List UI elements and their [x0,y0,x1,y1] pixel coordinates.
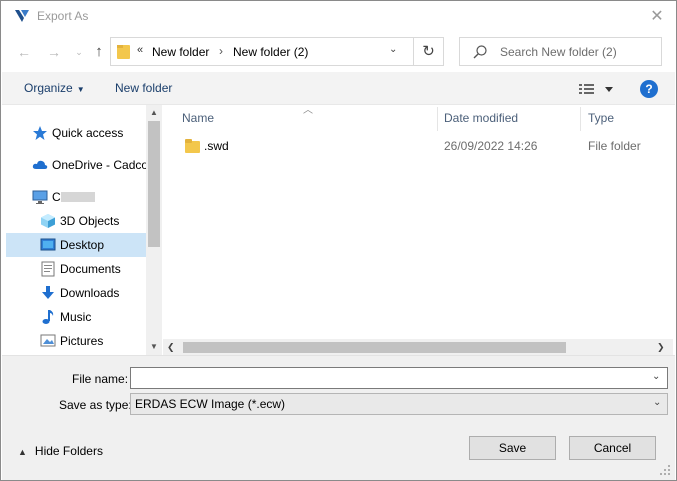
column-divider[interactable] [437,107,438,131]
hide-folders-button[interactable]: ▲ Hide Folders [18,444,103,458]
nav-label: Pictures [60,334,104,348]
date-modified-cell: 26/09/2022 14:26 [444,139,538,153]
file-list-horizontal-scrollbar[interactable]: ❮ ❯ [163,339,673,355]
file-name-cell: .swd [204,139,229,153]
search-placeholder: Search New folder (2) [500,45,617,59]
column-header-type[interactable]: Type [588,111,614,125]
nav-label: Music [60,310,92,324]
nav-item-quick-access[interactable]: Quick access [6,121,146,145]
folder-icon [117,45,130,59]
table-row[interactable]: .swd 26/09/2022 14:26 File folder [179,135,669,157]
resize-grip-icon[interactable] [658,463,672,477]
forward-button[interactable]: → [43,41,65,63]
title-bar: Export As ✕ [1,1,676,33]
save-button[interactable]: Save [469,436,556,460]
nav-label: Downloads [60,286,120,300]
app-logo-icon [15,10,29,22]
file-name-label: File name: [72,372,129,386]
nav-label: Documents [60,262,121,276]
redacted-text [61,192,95,202]
help-button[interactable]: ? [640,80,658,98]
sort-ascending-icon: ︿ [303,105,313,116]
search-input[interactable]: Search New folder (2) [459,37,662,66]
nav-item-this-pc[interactable]: C [6,185,146,209]
address-bar[interactable]: « New folder › New folder (2) ⌄ [110,37,414,66]
folder-icon [185,139,200,153]
save-as-type-value: ERDAS ECW Image (*.ecw) [135,397,286,411]
save-as-type-label: Save as type: [59,398,132,412]
chevron-down-icon[interactable]: ⌄ [652,371,660,382]
refresh-button[interactable]: ↻ [414,37,444,66]
nav-label: C [52,190,61,204]
cloud-icon [32,160,48,169]
navigation-pane: Quick access OneDrive - Cadco C 3D Objec… [2,105,162,355]
search-icon [473,45,487,59]
scrollbar-thumb[interactable] [148,121,160,247]
nav-item-desktop[interactable]: Desktop [6,233,146,257]
scroll-up-icon[interactable]: ▲ [146,105,162,121]
save-as-type-select[interactable]: ERDAS ECW Image (*.ecw) ⌄ [130,393,668,415]
breadcrumb-new-folder-2[interactable]: New folder (2) [233,45,308,59]
chevron-down-icon: ▼ [76,85,85,94]
save-panel: File name: ⌄ Save as type: ERDAS ECW Ima… [2,355,675,480]
nav-pane-scrollbar[interactable]: ▲ ▼ [146,105,162,355]
desktop-icon [40,238,56,251]
nav-item-3d-objects[interactable]: 3D Objects [6,209,146,233]
organize-label: Organize [24,81,73,95]
column-header-date-modified[interactable]: Date modified [444,111,518,125]
window-title: Export As [37,9,89,23]
scrollbar-thumb[interactable] [183,342,566,353]
organize-button[interactable]: Organize ▼ [24,81,85,95]
nav-label: Desktop [60,238,105,252]
computer-icon [32,190,48,204]
view-options-icon[interactable] [578,80,618,98]
command-bar: Organize ▼ New folder ? [2,72,675,105]
nav-item-downloads[interactable]: Downloads [6,281,146,305]
nav-label: Quick access [52,126,124,140]
chevron-down-icon: ⌄ [653,397,662,408]
column-header-name[interactable]: Name [182,111,214,125]
nav-item-onedrive[interactable]: OneDrive - Cadco [6,153,146,177]
back-button[interactable]: ← [13,41,35,63]
star-icon [33,126,47,140]
new-folder-button[interactable]: New folder [115,81,172,95]
hide-folders-label: Hide Folders [34,444,103,458]
nav-item-music[interactable]: Music [6,305,146,329]
pictures-icon [40,334,56,347]
address-dropdown-icon[interactable]: ⌄ [389,44,397,55]
close-button[interactable]: ✕ [646,6,668,28]
collapse-icon: ▲ [18,447,27,457]
nav-label: OneDrive - Cadco [52,158,146,172]
nav-item-documents[interactable]: Documents [6,257,146,281]
nav-item-pictures[interactable]: Pictures [6,329,146,353]
nav-label: 3D Objects [60,214,120,228]
address-overflow-icon[interactable]: « [137,44,143,56]
type-cell: File folder [588,139,641,153]
breadcrumb-separator-icon[interactable]: › [219,44,223,58]
file-list: ︿ Name Date modified Type .swd 26/09/202… [163,105,673,355]
file-name-field[interactable] [130,367,668,389]
recent-locations-button[interactable]: ⌄ [68,41,90,63]
music-icon [42,310,54,324]
column-divider[interactable] [580,107,581,131]
export-as-dialog: Export As ✕ ← → ⌄ ↑ « New folder › New f… [0,0,677,481]
up-one-level-button[interactable]: ↑ [88,41,110,63]
scroll-right-icon[interactable]: ❯ [657,339,671,355]
scroll-left-icon[interactable]: ❮ [167,339,181,355]
download-icon [42,286,54,299]
scroll-down-icon[interactable]: ▼ [146,339,162,355]
document-icon [41,261,55,277]
breadcrumb-new-folder[interactable]: New folder [152,45,209,59]
cube-icon [41,214,55,228]
cancel-button[interactable]: Cancel [569,436,656,460]
